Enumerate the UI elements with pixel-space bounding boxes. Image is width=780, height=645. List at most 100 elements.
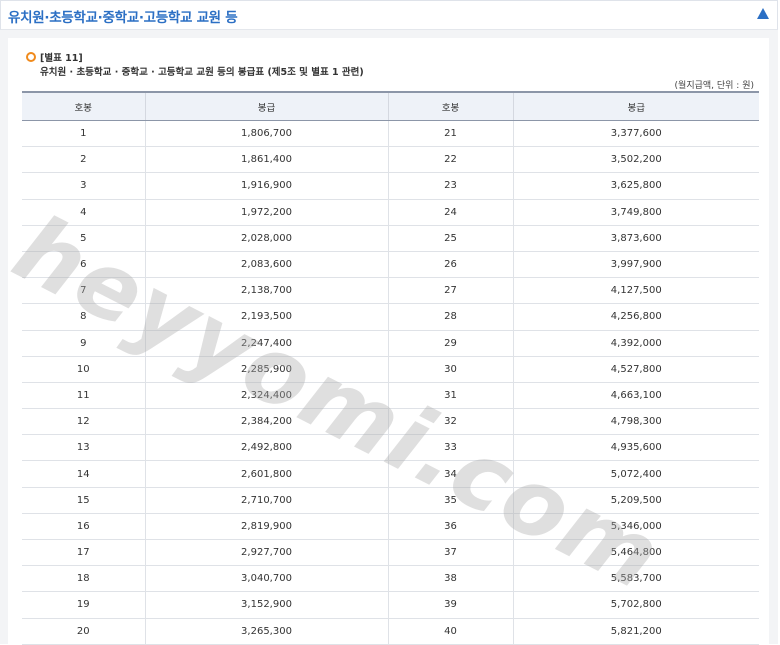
step-cell: 27 <box>387 277 513 305</box>
salary-cell: 1,861,400 <box>144 146 388 174</box>
salary-cell: 2,285,900 <box>144 356 388 383</box>
table-row: 1 1,806,700 21 3,377,600 <box>22 120 759 148</box>
salary-cell: 3,502,200 <box>512 146 759 174</box>
step-cell: 16 <box>22 513 145 541</box>
salary-cell: 2,927,700 <box>144 539 388 567</box>
salary-cell: 4,127,500 <box>512 277 759 305</box>
salary-cell: 2,384,200 <box>144 408 388 436</box>
step-cell: 37 <box>387 539 513 567</box>
salary-cell: 5,209,500 <box>512 487 759 514</box>
table-row: 11 2,324,400 31 4,663,100 <box>22 382 759 410</box>
step-cell: 2 <box>22 146 145 174</box>
circle-bullet-icon <box>26 52 36 62</box>
table-row: 15 2,710,700 35 5,209,500 <box>22 487 759 514</box>
salary-cell: 1,972,200 <box>144 199 388 226</box>
salary-cell: 5,346,000 <box>512 513 759 541</box>
salary-cell: 3,625,800 <box>512 172 759 200</box>
step-cell: 34 <box>387 460 513 488</box>
step-cell: 40 <box>387 618 513 645</box>
step-cell: 23 <box>387 172 513 200</box>
table-caption-title: 유치원 · 초등학교 · 중학교 · 고등학교 교원 등의 봉급표 (제5조 및… <box>40 67 364 78</box>
step-cell: 28 <box>387 303 513 331</box>
table-body: 1 1,806,700 21 3,377,600 2 1,861,400 22 3,502,2… <box>22 120 759 645</box>
step-cell: 19 <box>22 591 145 619</box>
table-row: 10 2,285,900 30 4,527,800 <box>22 356 759 383</box>
salary-cell: 2,138,700 <box>144 277 388 305</box>
step-cell: 14 <box>22 460 145 488</box>
salary-cell: 3,040,700 <box>144 565 388 593</box>
salary-cell: 2,083,600 <box>144 251 388 279</box>
salary-cell: 4,798,300 <box>512 408 759 436</box>
step-cell: 9 <box>22 330 145 357</box>
salary-cell: 1,806,700 <box>144 120 388 148</box>
salary-cell: 5,702,800 <box>512 591 759 619</box>
step-cell: 4 <box>22 199 145 226</box>
salary-cell: 3,265,300 <box>144 618 388 645</box>
step-cell: 29 <box>387 330 513 357</box>
step-cell: 20 <box>22 618 145 645</box>
step-cell: 5 <box>22 225 145 252</box>
step-cell: 33 <box>387 434 513 462</box>
table-row: 14 2,601,800 34 5,072,400 <box>22 460 759 488</box>
unit-note: (월지급액, 단위 : 원) <box>674 81 754 91</box>
salary-cell: 3,749,800 <box>512 199 759 226</box>
salary-cell: 2,324,400 <box>144 382 388 410</box>
step-cell: 35 <box>387 487 513 514</box>
step-cell: 30 <box>387 356 513 383</box>
salary-cell: 4,663,100 <box>512 382 759 410</box>
table-row: 7 2,138,700 27 4,127,500 <box>22 277 759 305</box>
section-header[interactable]: 유치원·초등학교·중학교·고등학교 교원 등 <box>0 0 778 30</box>
step-cell: 32 <box>387 408 513 436</box>
salary-cell: 4,527,800 <box>512 356 759 383</box>
step-cell: 39 <box>387 591 513 619</box>
salary-cell: 5,072,400 <box>512 460 759 488</box>
header-salary-2: 봉급 <box>512 91 759 121</box>
step-cell: 24 <box>387 199 513 226</box>
table-row: 4 1,972,200 24 3,749,800 <box>22 199 759 226</box>
table-row: 13 2,492,800 33 4,935,600 <box>22 434 759 462</box>
step-cell: 7 <box>22 277 145 305</box>
salary-cell: 3,997,900 <box>512 251 759 279</box>
header-step-1: 호봉 <box>22 91 145 121</box>
salary-cell: 2,601,800 <box>144 460 388 488</box>
header-salary-1: 봉급 <box>144 91 388 121</box>
step-cell: 38 <box>387 565 513 593</box>
triangle-up-icon[interactable] <box>757 8 769 19</box>
salary-cell: 2,819,900 <box>144 513 388 541</box>
step-cell: 11 <box>22 382 145 410</box>
table-header-row: 호봉 봉급 호봉 봉급 <box>22 91 759 121</box>
table-row: 16 2,819,900 36 5,346,000 <box>22 513 759 541</box>
salary-cell: 1,916,900 <box>144 172 388 200</box>
table-row: 18 3,040,700 38 5,583,700 <box>22 565 759 593</box>
salary-cell: 5,583,700 <box>512 565 759 593</box>
header-step-2: 호봉 <box>387 91 513 121</box>
step-cell: 31 <box>387 382 513 410</box>
salary-cell: 3,377,600 <box>512 120 759 148</box>
salary-cell: 2,492,800 <box>144 434 388 462</box>
step-cell: 1 <box>22 120 145 148</box>
salary-cell: 4,256,800 <box>512 303 759 331</box>
salary-cell: 3,152,900 <box>144 591 388 619</box>
step-cell: 13 <box>22 434 145 462</box>
step-cell: 12 <box>22 408 145 436</box>
section-title: 유치원·초등학교·중학교·고등학교 교원 등 <box>8 10 238 26</box>
salary-cell: 5,464,800 <box>512 539 759 567</box>
content-panel: [별표 11] 유치원 · 초등학교 · 중학교 · 고등학교 교원 등의 봉급… <box>0 38 769 645</box>
salary-cell: 5,821,200 <box>512 618 759 645</box>
step-cell: 8 <box>22 303 145 331</box>
step-cell: 36 <box>387 513 513 541</box>
step-cell: 22 <box>387 146 513 174</box>
step-cell: 26 <box>387 251 513 279</box>
step-cell: 25 <box>387 225 513 252</box>
salary-cell: 3,873,600 <box>512 225 759 252</box>
salary-table: 호봉 봉급 호봉 봉급 1 1,806,700 21 3,377,600 2 1,861,… <box>22 91 759 645</box>
table-row: 6 2,083,600 26 3,997,900 <box>22 251 759 279</box>
step-cell: 21 <box>387 120 513 148</box>
step-cell: 10 <box>22 356 145 383</box>
table-row: 2 1,861,400 22 3,502,200 <box>22 146 759 174</box>
table-row: 8 2,193,500 28 4,256,800 <box>22 303 759 331</box>
table-row: 20 3,265,300 40 5,821,200 <box>22 618 759 645</box>
salary-cell: 2,247,400 <box>144 330 388 357</box>
step-cell: 3 <box>22 172 145 200</box>
table-caption-label: [별표 11] <box>40 53 83 64</box>
